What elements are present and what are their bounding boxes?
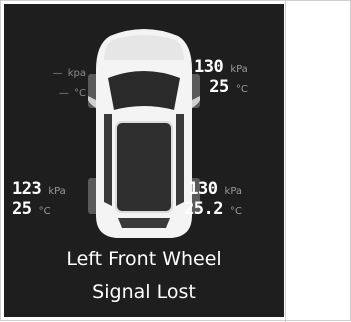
rear-right-temp-unit: °C bbox=[230, 206, 243, 217]
front-left-temp-unit: °C bbox=[74, 88, 86, 99]
front-left-pressure-unit: kpa bbox=[67, 68, 86, 79]
signal-lost-alert: Left Front Wheel Signal Lost bbox=[4, 243, 284, 309]
rear-left-pressure: 123 bbox=[12, 179, 42, 199]
front-right-pressure-unit: kPa bbox=[230, 64, 248, 75]
rear-right-pressure: 130 bbox=[188, 179, 218, 199]
front-left-temp: — bbox=[58, 88, 69, 99]
rear-right-temp: 25.2 bbox=[184, 199, 223, 219]
tpms-widget-frame: — kpa — °C 130 kPa 25 °C 123 kPa 25 °C 1… bbox=[0, 0, 351, 322]
roof-glass bbox=[116, 122, 172, 212]
front-left-reading: — kpa — °C bbox=[14, 63, 86, 103]
windshield bbox=[108, 71, 180, 110]
frame-divider bbox=[285, 1, 286, 322]
tire-pressure-panel: — kpa — °C 130 kPa 25 °C 123 kPa 25 °C 1… bbox=[4, 4, 284, 317]
front-right-reading: 130 kPa 25 °C bbox=[194, 59, 248, 99]
rear-window bbox=[118, 218, 170, 228]
rear-right-pressure-unit: kPa bbox=[224, 186, 243, 197]
front-right-temp-unit: °C bbox=[235, 84, 248, 95]
rear-left-temp-unit: °C bbox=[38, 206, 51, 217]
alert-line-1: Left Front Wheel bbox=[66, 248, 222, 270]
alert-line-2: Signal Lost bbox=[92, 281, 196, 303]
rear-left-reading: 123 kPa 25 °C bbox=[12, 181, 66, 221]
rear-right-reading: 130 kPa 25.2 °C bbox=[184, 181, 242, 221]
front-left-pressure: — bbox=[52, 68, 63, 79]
rear-left-temp: 25 bbox=[12, 199, 32, 219]
front-right-temp: 25 bbox=[209, 77, 229, 97]
front-right-pressure: 130 bbox=[194, 57, 224, 77]
rear-left-pressure-unit: kPa bbox=[48, 186, 66, 197]
